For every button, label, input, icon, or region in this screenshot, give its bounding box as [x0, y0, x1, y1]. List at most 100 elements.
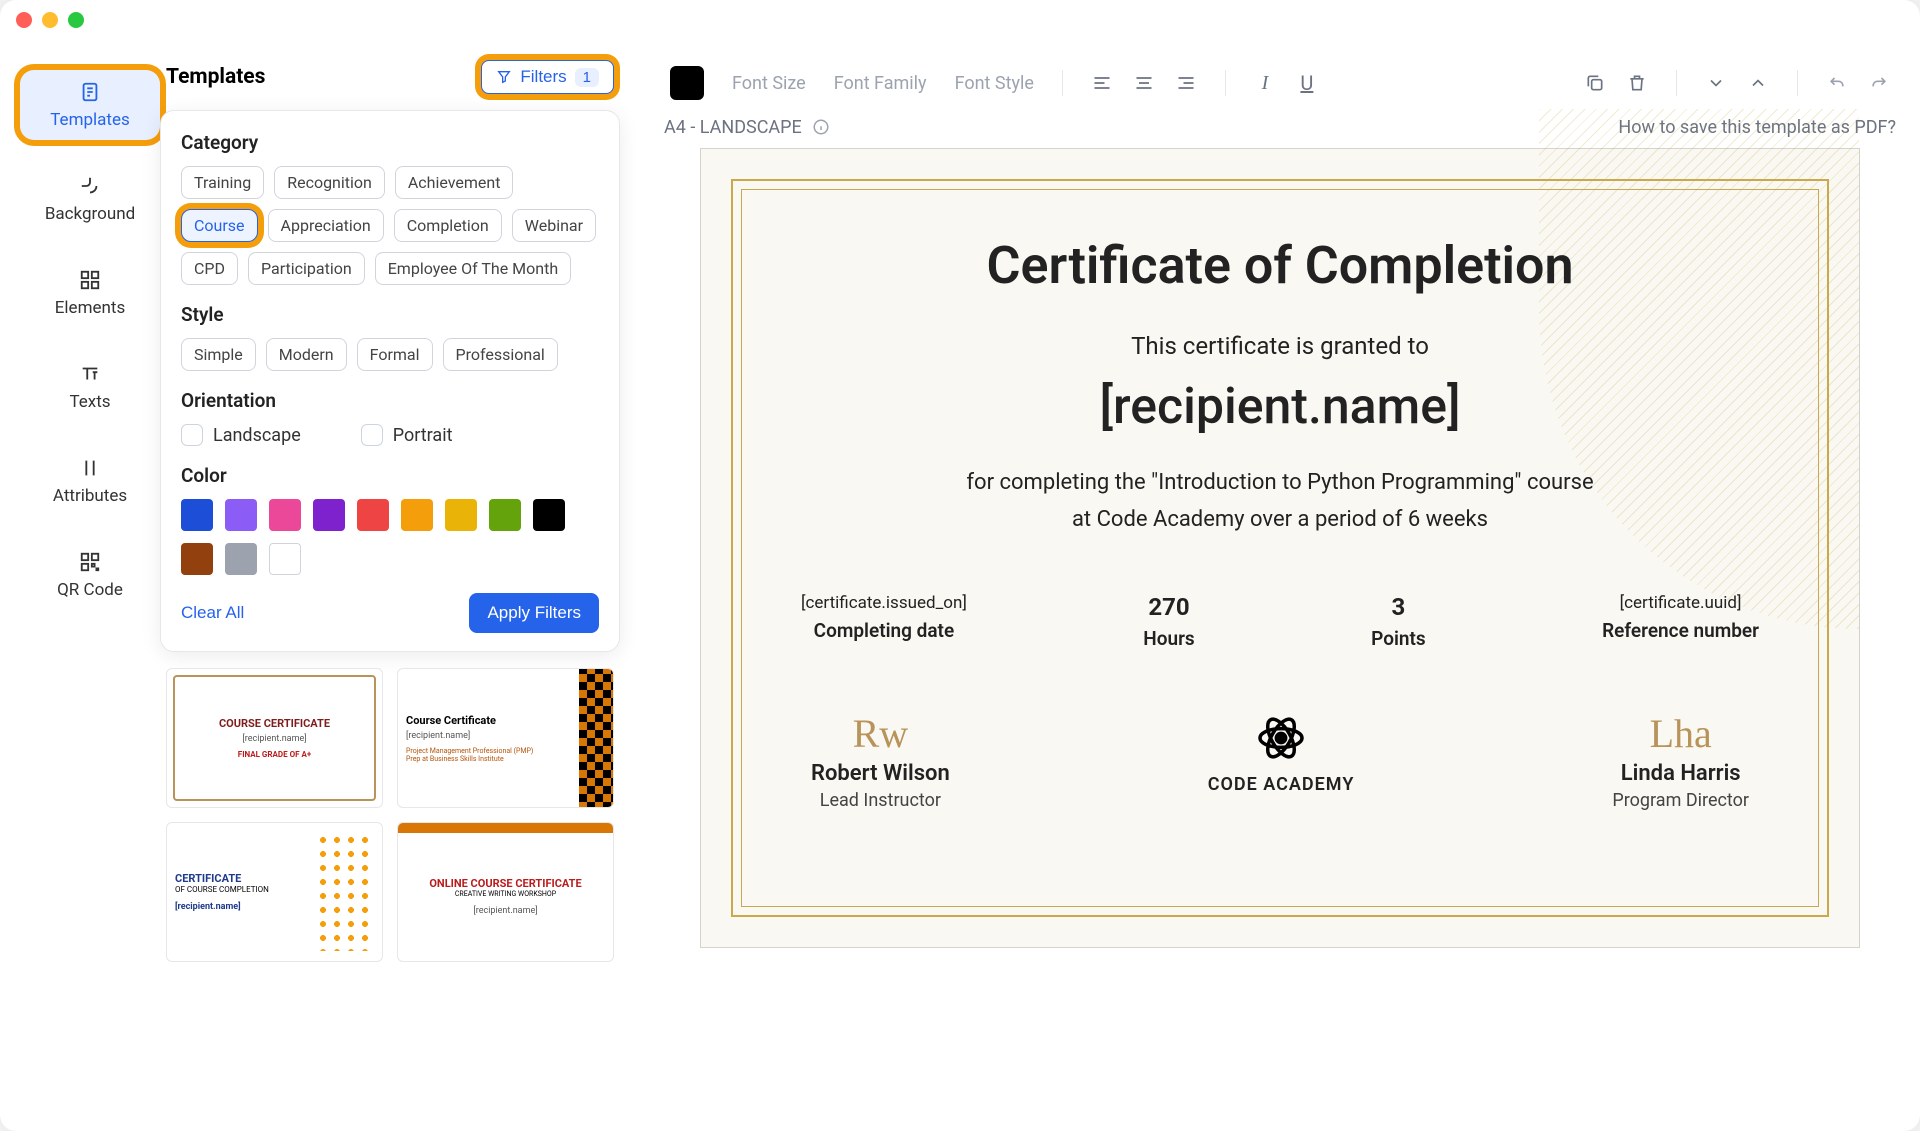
nav-elements[interactable]: Elements [20, 258, 160, 328]
certificate-description: for completing the "Introduction to Pyth… [791, 464, 1769, 539]
category-chips: Training Recognition Achievement Course … [181, 166, 599, 285]
swatch-purple[interactable] [313, 499, 345, 531]
template-thumb-1[interactable]: COURSE CERTIFICATE [recipient.name] FINA… [166, 668, 383, 808]
italic-icon[interactable]: I [1254, 72, 1276, 94]
swatch-blue[interactable] [181, 499, 213, 531]
stat-hours: 270 Hours [1143, 593, 1194, 650]
certificate-granted: This certificate is granted to [791, 332, 1769, 360]
align-center-icon[interactable] [1133, 72, 1155, 94]
swatch-orange[interactable] [401, 499, 433, 531]
font-size-control[interactable]: Font Size [732, 73, 806, 94]
chip-cpd[interactable]: CPD [181, 252, 238, 285]
swatch-pink[interactable] [269, 499, 301, 531]
chip-completion[interactable]: Completion [394, 209, 502, 242]
templates-panel: Templates Filters 1 Category Training Re… [160, 60, 620, 1111]
category-label: Category [181, 131, 599, 154]
chip-recognition[interactable]: Recognition [274, 166, 385, 199]
atom-icon [1253, 710, 1309, 766]
align-right-icon[interactable] [1175, 72, 1197, 94]
info-icon[interactable] [810, 116, 832, 138]
help-link[interactable]: How to save this template as PDF? [1618, 117, 1896, 138]
nav-qrcode[interactable]: QR Code [20, 540, 160, 610]
delete-icon[interactable] [1626, 72, 1648, 94]
template-thumb-4[interactable]: ONLINE COURSE CERTIFICATE CREATIVE WRITI… [397, 822, 614, 962]
close-window-icon[interactable] [16, 12, 32, 28]
elements-icon [78, 268, 102, 292]
orientation-portrait[interactable]: Portrait [361, 424, 453, 446]
minimize-window-icon[interactable] [42, 12, 58, 28]
nav-texts[interactable]: Texts [20, 352, 160, 422]
attributes-icon [78, 456, 102, 480]
nav-label: Texts [69, 392, 110, 412]
stat-points: 3 Points [1371, 593, 1426, 650]
orientation-landscape[interactable]: Landscape [181, 424, 301, 446]
underline-icon[interactable]: U [1296, 72, 1318, 94]
swatch-white[interactable] [269, 543, 301, 575]
swatch-red[interactable] [357, 499, 389, 531]
editor-toolbar: Font Size Font Family Font Style I U [660, 60, 1900, 116]
qrcode-icon [78, 550, 102, 574]
nav-attributes[interactable]: Attributes [20, 446, 160, 516]
swatch-gray[interactable] [225, 543, 257, 575]
chip-simple[interactable]: Simple [181, 338, 256, 371]
redo-icon[interactable] [1868, 72, 1890, 94]
copy-icon[interactable] [1584, 72, 1606, 94]
template-thumb-3[interactable]: CERTIFICATE OF COURSE COMPLETION [recipi… [166, 822, 383, 962]
chip-participation[interactable]: Participation [248, 252, 365, 285]
templates-icon [78, 80, 102, 104]
filters-label: Filters [520, 67, 566, 87]
color-picker[interactable] [670, 66, 704, 100]
chip-employee-of-month[interactable]: Employee Of The Month [375, 252, 571, 285]
nav-templates[interactable]: Templates [20, 70, 160, 140]
titlebar [0, 0, 1920, 40]
swatch-brown[interactable] [181, 543, 213, 575]
certificate-signatures: Rw Robert Wilson Lead Instructor CODE AC… [791, 710, 1769, 811]
filters-count: 1 [575, 68, 599, 87]
template-thumbnails: COURSE CERTIFICATE [recipient.name] FINA… [160, 664, 620, 966]
chip-achievement[interactable]: Achievement [395, 166, 514, 199]
font-style-control[interactable]: Font Style [955, 73, 1034, 94]
swatch-violet[interactable] [225, 499, 257, 531]
align-left-icon[interactable] [1091, 72, 1113, 94]
chip-course[interactable]: Course [181, 209, 258, 242]
apply-filters-button[interactable]: Apply Filters [469, 593, 599, 633]
certificate-recipient: [recipient.name] [791, 378, 1769, 436]
nav-label: Attributes [53, 486, 127, 506]
chip-training[interactable]: Training [181, 166, 264, 199]
swatch-black[interactable] [533, 499, 565, 531]
swatch-yellow[interactable] [445, 499, 477, 531]
template-thumb-2[interactable]: Course Certificate [recipient.name] Proj… [397, 668, 614, 808]
certificate-title: Certificate of Completion [791, 235, 1769, 296]
nav-label: Elements [55, 298, 125, 318]
sidebar-nav: Templates Background Elements Texts [20, 60, 160, 1111]
style-label: Style [181, 303, 599, 326]
font-family-control[interactable]: Font Family [834, 73, 927, 94]
filters-button[interactable]: Filters 1 [481, 60, 614, 94]
nav-background[interactable]: Background [20, 164, 160, 234]
swatch-green[interactable] [489, 499, 521, 531]
style-chips: Simple Modern Formal Professional [181, 338, 599, 371]
chip-professional[interactable]: Professional [443, 338, 558, 371]
color-label: Color [181, 464, 599, 487]
chip-webinar[interactable]: Webinar [512, 209, 596, 242]
chevron-up-icon[interactable] [1747, 72, 1769, 94]
certificate-canvas[interactable]: Certificate of Completion This certifica… [700, 148, 1860, 948]
nav-label: Background [45, 204, 135, 224]
chip-formal[interactable]: Formal [357, 338, 433, 371]
clear-all-button[interactable]: Clear All [181, 603, 244, 623]
signature-icon: Rw [853, 710, 909, 757]
nav-label: QR Code [57, 580, 123, 600]
undo-icon[interactable] [1826, 72, 1848, 94]
nav-label: Templates [50, 110, 130, 130]
color-swatches [181, 499, 599, 575]
content: Templates Background Elements Texts [0, 40, 1920, 1131]
checkbox-icon [181, 424, 203, 446]
signature-icon: Lha [1650, 710, 1712, 757]
chip-appreciation[interactable]: Appreciation [268, 209, 384, 242]
chip-modern[interactable]: Modern [266, 338, 347, 371]
maximize-window-icon[interactable] [68, 12, 84, 28]
panel-title: Templates [166, 65, 265, 89]
chevron-down-icon[interactable] [1705, 72, 1727, 94]
organization: CODE ACADEMY [1208, 710, 1355, 811]
app-window: Templates Background Elements Texts [0, 0, 1920, 1131]
